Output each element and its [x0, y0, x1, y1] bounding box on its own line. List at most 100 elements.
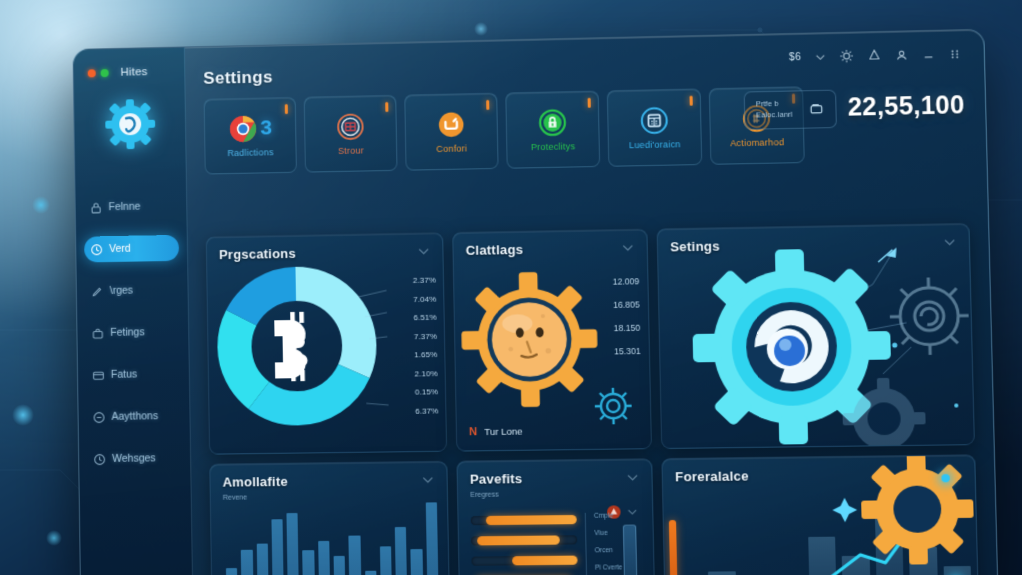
panel-pavefits: Pavefits Eregress Cmple Vlue Orcen Pi Cv…: [456, 458, 656, 575]
bar: [317, 540, 331, 575]
stat-card-luediornaicn[interactable]: Luedi'oraicn: [606, 88, 703, 167]
progress-track: [470, 514, 577, 526]
main-content: Settings $6 3 Radlictions Strour Confori…: [185, 30, 997, 575]
bar: [364, 570, 377, 575]
bell-icon[interactable]: [867, 48, 882, 62]
sidebar-item-verd[interactable]: Verd: [84, 234, 180, 263]
app-window: Hites Felnne Verd \rges Fetings Fatus Aa…: [72, 28, 999, 575]
window-controls[interactable]: Hites: [74, 59, 185, 79]
panel-subtitle: Revene: [222, 494, 248, 502]
bokeh-glow: [46, 530, 62, 546]
stat-card-confori[interactable]: Confori: [404, 92, 499, 171]
chevron-down-icon[interactable]: [421, 473, 434, 486]
chevron-down-icon[interactable]: [627, 506, 638, 517]
stat-card-label: Confori: [436, 143, 468, 155]
card-badge-indicator: [284, 104, 288, 115]
chevron-down-icon[interactable]: [621, 241, 635, 254]
bar: [425, 502, 439, 575]
sidebar-item-rges[interactable]: \rges: [85, 277, 180, 305]
settings-gear-illustration: [692, 224, 972, 450]
balance-caption-line2: Ealoc.Ianrl: [755, 109, 793, 120]
chevron-down-icon[interactable]: [815, 51, 827, 62]
minimize-icon[interactable]: [922, 48, 936, 61]
clock-icon: [94, 453, 106, 465]
card-badge-indicator: [587, 97, 591, 108]
panel-title: Amollafite: [222, 473, 288, 490]
wallet-icon: [809, 101, 825, 116]
lock-icon: [91, 203, 101, 214]
sidebar-item-label: Verd: [109, 242, 131, 256]
list-item: Cmple: [593, 512, 614, 520]
progress-label-list: Cmple Vlue Orcen Pi Cverte Di Creabe Sct…: [584, 512, 626, 575]
panel-row-bottom: Amollafite Revene Pavefits Eregress Cmpl…: [209, 454, 980, 575]
bokeh-glow: [474, 22, 488, 36]
lock-shield-icon: [537, 107, 568, 138]
bar: [241, 550, 254, 575]
maximize-button[interactable]: [100, 69, 109, 78]
sidebar-item-wehsges[interactable]: Wehsges: [87, 445, 182, 472]
bar: [379, 546, 393, 575]
grid-menu-icon[interactable]: [948, 47, 961, 60]
panel-title: Pavefits: [469, 471, 523, 487]
bar: [302, 550, 316, 575]
balance-amount: 22,55,100: [847, 91, 965, 123]
kpi-value: 16.805: [613, 299, 640, 310]
close-button[interactable]: [87, 69, 96, 78]
gear-face-icon: [461, 272, 598, 408]
sidebar-item-label: Felnne: [108, 200, 141, 214]
bar: [286, 512, 300, 575]
balance-caption-line1: Prtfe b: [755, 98, 779, 109]
kpi-value: 18.150: [613, 322, 641, 334]
stat-card-proteclitys[interactable]: Proteclitys: [505, 90, 601, 169]
bar: [394, 526, 408, 575]
stat-card-radlictions[interactable]: 3 Radlictions: [203, 96, 297, 175]
sidebar-item-label: Fetings: [110, 326, 145, 339]
panel-foreralalce: Foreralalce: [661, 454, 980, 575]
bar: [348, 535, 362, 575]
sidebar-nav: Felnne Verd \rges Fetings Fatus Aaytthon…: [76, 193, 191, 472]
balance-area: Prtfe b Ealoc.Ianrl 22,55,100: [743, 87, 965, 130]
pen-icon: [92, 287, 102, 297]
stat-card-label: Radlictions: [227, 147, 274, 159]
stat-card-label: Proteclitys: [530, 141, 576, 153]
card-badge-indicator: [486, 99, 490, 110]
list-item: Orcen: [594, 547, 613, 555]
chevron-down-icon[interactable]: [417, 244, 430, 257]
bar: [410, 549, 424, 575]
gear-outline-icon: [889, 277, 970, 356]
donut-pct: 7.04%: [413, 294, 437, 304]
sidebar-item-fatus[interactable]: Fatus: [86, 361, 181, 388]
donut-pct: 7.37%: [413, 331, 437, 341]
stat-card-count: 3: [260, 116, 273, 140]
chevron-down-icon[interactable]: [626, 471, 640, 484]
bokeh-glow: [32, 196, 50, 214]
stat-card-label: Strour: [337, 145, 364, 156]
sidebar-item-aaytthons[interactable]: Aaytthons: [86, 403, 181, 430]
kpi-list: 12.009 16.805 18.150 15.301: [613, 276, 641, 356]
stat-card-label: Luedi'oraicn: [628, 139, 681, 151]
tag-text: Tur Lone: [484, 425, 523, 438]
donut-legend: 2.37% 7.04% 6.51% 7.37% 1.65% 2.10% 0.15…: [413, 276, 438, 416]
progress-fill: [485, 514, 577, 526]
gear-icon[interactable]: [839, 49, 854, 63]
user-icon[interactable]: [895, 48, 909, 61]
balance-pill[interactable]: Prtfe b Ealoc.Ianrl: [743, 89, 837, 130]
sidebar-item-felnne[interactable]: Felnne: [83, 193, 178, 221]
sidebar-item-fetings[interactable]: Fetings: [85, 319, 180, 346]
donut-chart: [207, 259, 447, 449]
sidebar-item-label: Wehsges: [112, 452, 156, 465]
account-avatar[interactable]: $6: [789, 51, 802, 62]
download-circle-icon: [438, 112, 464, 138]
card-icon: [93, 371, 104, 380]
progress-bar-list: [470, 514, 579, 575]
stat-card-strour[interactable]: Strour: [303, 94, 398, 173]
list-item: Pi Cverte: [594, 564, 623, 572]
bar: [333, 555, 346, 575]
card-badge-indicator: [385, 101, 389, 113]
stat-card-label: Actiomarhod: [729, 137, 785, 149]
sidebar-item-label: Fatus: [110, 368, 138, 381]
progress-fill: [511, 555, 578, 566]
chat-icon: [93, 411, 105, 423]
list-item: Vlue: [594, 529, 608, 538]
panel-prgscations: Prgscations 2.37% 7.04% 6.51% 7.37% 1.65…: [205, 232, 448, 455]
